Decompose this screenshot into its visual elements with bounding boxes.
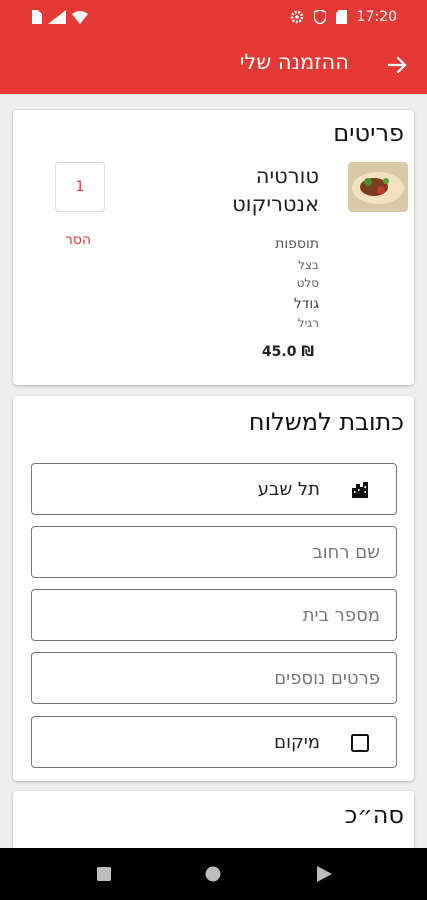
street-field[interactable]: שם רחוב xyxy=(31,526,397,578)
city-field[interactable]: תל שבע xyxy=(31,463,397,515)
sim-card-icon xyxy=(32,10,42,24)
shield-icon xyxy=(313,10,326,24)
system-navigation-bar xyxy=(0,848,427,900)
clock: 17:20 xyxy=(356,9,397,25)
back-triangle-icon[interactable] xyxy=(316,866,332,882)
back-arrow-icon[interactable] xyxy=(385,53,409,77)
app-bar: ההזמנה שלי xyxy=(0,36,427,94)
recents-square-icon[interactable] xyxy=(96,866,112,882)
home-circle-icon[interactable] xyxy=(205,866,221,882)
city-buildings-icon xyxy=(352,482,368,498)
status-right-icons: 17:20 xyxy=(290,9,397,25)
location-checkbox-row[interactable]: מיקום xyxy=(31,716,397,768)
location-label: מיקום xyxy=(274,731,320,753)
size-value: רגיל xyxy=(297,316,319,330)
address-section-title: כתובת למשלוח xyxy=(248,408,404,436)
address-card: כתובת למשלוח תל שבע שם רחוב מספר בית פרט… xyxy=(13,396,414,781)
size-label: גודל xyxy=(293,296,319,312)
item-name: טורטיה אנטריקוט xyxy=(232,164,319,216)
wifi-icon xyxy=(72,10,88,24)
quantity-value: 1 xyxy=(75,179,85,195)
items-card: פריטים טורטיה אנטריקוט תוספות בצל סלט גו… xyxy=(13,110,414,385)
additions-label: תוספות xyxy=(275,236,319,252)
total-section-title: סה״כ xyxy=(344,801,404,829)
addition-item: בצל xyxy=(298,258,319,272)
items-section-title: פריטים xyxy=(333,119,404,147)
additional-details-placeholder: פרטים נוספים xyxy=(274,667,380,689)
city-value: תל שבע xyxy=(257,478,320,500)
addition-item: סלט xyxy=(296,276,319,290)
checkbox-icon[interactable] xyxy=(350,733,370,753)
street-placeholder: שם רחוב xyxy=(312,541,380,563)
additional-details-field[interactable]: פרטים נוספים xyxy=(31,652,397,704)
sd-card-icon xyxy=(335,10,347,24)
status-bar: 17:20 xyxy=(0,0,427,36)
settings-gear-icon xyxy=(290,10,303,24)
house-number-field[interactable]: מספר בית xyxy=(31,589,397,641)
item-thumbnail xyxy=(348,162,408,212)
item-price: 45.0 ₪ xyxy=(261,344,314,360)
remove-item-button[interactable]: הסר xyxy=(65,232,91,248)
status-left-icons xyxy=(30,10,88,24)
quantity-box[interactable]: 1 xyxy=(55,162,105,212)
signal-icon xyxy=(48,10,66,24)
page-title: ההזמנה שלי xyxy=(239,50,349,74)
house-number-placeholder: מספר בית xyxy=(302,604,380,626)
